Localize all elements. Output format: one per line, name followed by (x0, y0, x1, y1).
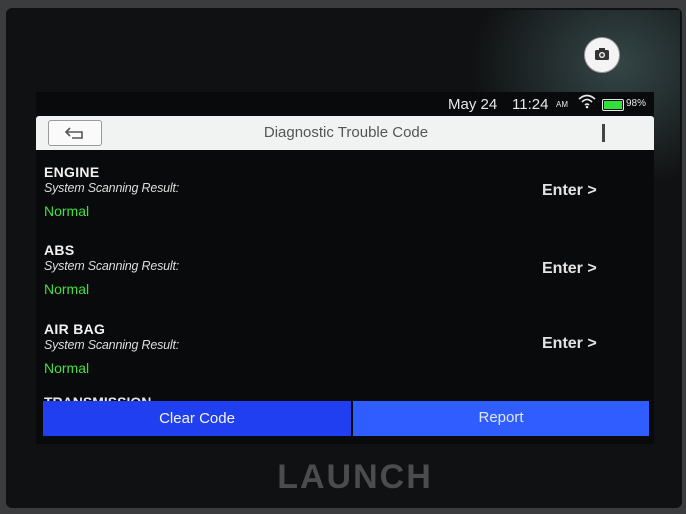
enter-button-airbag[interactable]: Enter > (542, 335, 597, 353)
flag-icon (602, 124, 605, 142)
status-meridiem: AM (556, 100, 568, 109)
title-bar: Diagnostic Trouble Code (36, 116, 654, 150)
back-arrow-icon (64, 127, 83, 139)
enter-button-abs[interactable]: Enter > (542, 260, 597, 278)
wifi-icon (578, 93, 596, 113)
system-name: ENGINE (44, 164, 100, 180)
battery-percent: 98% (626, 98, 647, 109)
system-name: ABS (44, 242, 75, 258)
page-title: Diagnostic Trouble Code (263, 124, 429, 141)
status-time: 11:24 (512, 96, 549, 113)
status-date: May 24 (448, 96, 498, 113)
system-status: Normal (44, 203, 90, 219)
enter-button-engine[interactable]: Enter > (542, 182, 597, 200)
battery-level-fill (604, 101, 622, 109)
status-bar: May 24 11:24 AM 98% (36, 92, 654, 116)
device-screen: May 24 11:24 AM 98% Diagnostic Trouble C… (36, 92, 654, 444)
camera-icon (595, 48, 609, 60)
camera-button[interactable] (584, 37, 620, 73)
system-status: Normal (44, 281, 90, 297)
battery-icon (602, 99, 624, 111)
device-brand-logo: LAUNCH (277, 458, 433, 496)
report-button[interactable]: Report (353, 401, 649, 436)
back-button[interactable] (48, 120, 102, 146)
clear-code-button[interactable]: Clear Code (43, 401, 351, 436)
action-bar: Clear Code Report (43, 401, 649, 436)
system-status: Normal (44, 360, 90, 376)
